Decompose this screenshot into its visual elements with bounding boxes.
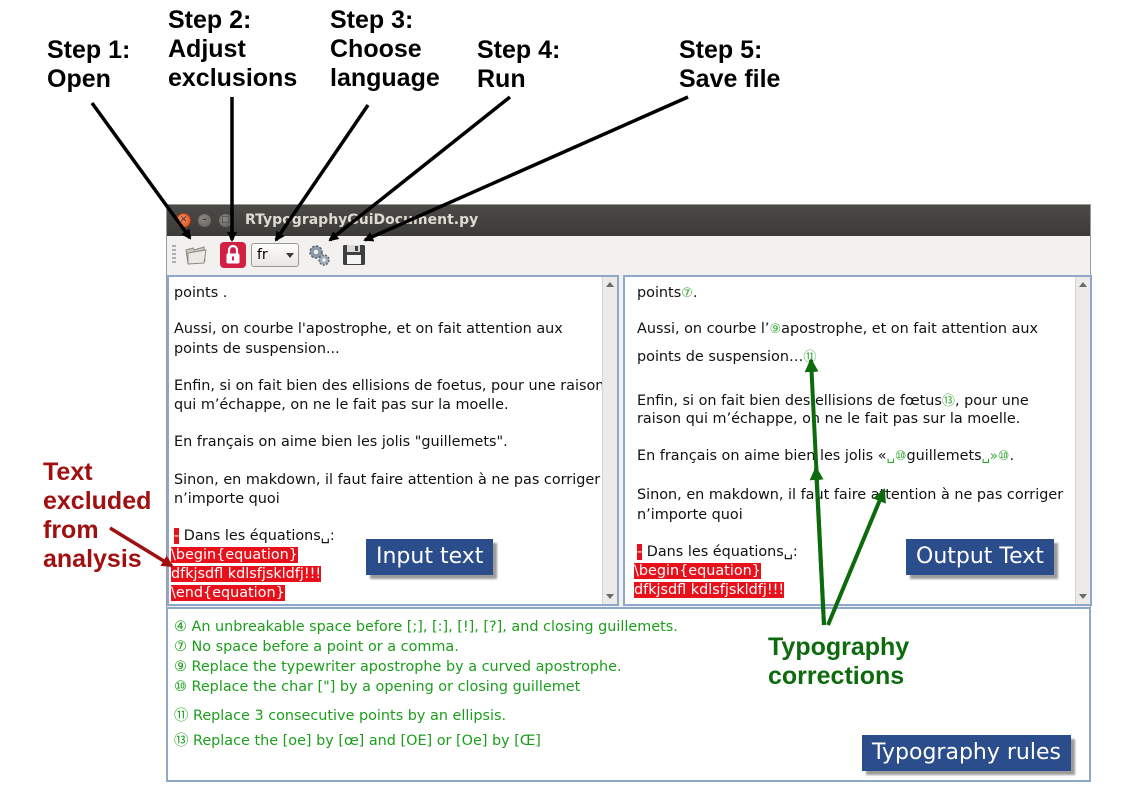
arrow-excluded [109, 526, 174, 568]
annotation-arrows [90, 95, 886, 626]
arrow-step-5 [363, 95, 689, 242]
arrow-step-1 [90, 101, 192, 240]
arrow-correction-2 [809, 466, 826, 626]
arrow-correction-3 [826, 488, 886, 626]
